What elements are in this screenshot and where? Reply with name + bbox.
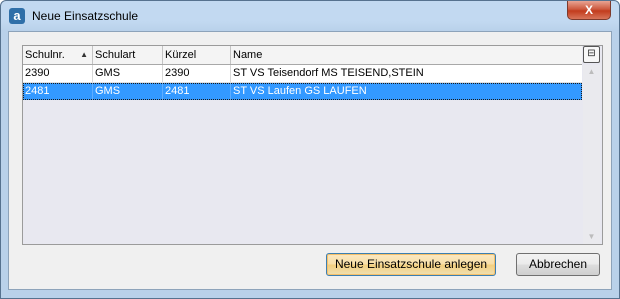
cell-schulart: GMS [93,83,163,100]
app-logo-icon: a [9,8,25,24]
window-title: Neue Einsatzschule [32,9,139,23]
scroll-up-arrow-icon[interactable]: ▲ [583,65,600,79]
table-row-selected[interactable]: 2481 GMS 2481 ST VS Laufen GS LAUFEN [23,83,582,100]
cancel-button[interactable]: Abbrechen [516,253,600,276]
sort-ascending-icon: ▲ [80,50,88,59]
column-header-kuerzel[interactable]: Kürzel [163,46,231,64]
grid-header: Schulnr. ▲ Schulart Kürzel Name [23,46,582,65]
cell-name: ST VS Laufen GS LAUFEN [233,85,367,97]
cell-kuerzel: 2390 [163,65,231,82]
dialog-window: a Neue Einsatzschule X Schulnr. ▲ Schula… [0,0,620,299]
column-header-name[interactable]: Name [231,46,582,64]
column-header-schulnr[interactable]: Schulnr. ▲ [23,46,93,64]
vertical-scrollbar[interactable]: ▲ ▼ [583,65,600,244]
column-header-schulart[interactable]: Schulart [93,46,163,64]
column-header-label: Schulnr. [25,49,65,61]
scroll-down-arrow-icon[interactable]: ▼ [583,230,600,244]
title-bar[interactable]: a Neue Einsatzschule X [1,1,619,31]
cell-schulart: GMS [93,65,163,82]
cell-kuerzel: 2481 [163,83,231,100]
create-school-button[interactable]: Neue Einsatzschule anlegen [326,253,496,276]
cell-schulnr: 2390 [23,65,93,82]
close-button[interactable]: X [567,1,611,20]
dialog-content: Schulnr. ▲ Schulart Kürzel Name 2390 GMS… [8,31,612,290]
cell-schulnr: 2481 [23,83,93,100]
cell-name: ST VS Teisendorf MS TEISEND,STEIN [233,67,424,79]
table-row[interactable]: 2390 GMS 2390 ST VS Teisendorf MS TEISEN… [23,65,582,83]
column-chooser-icon[interactable]: ⊟ [583,46,600,63]
schools-grid: Schulnr. ▲ Schulart Kürzel Name 2390 GMS… [22,45,603,245]
